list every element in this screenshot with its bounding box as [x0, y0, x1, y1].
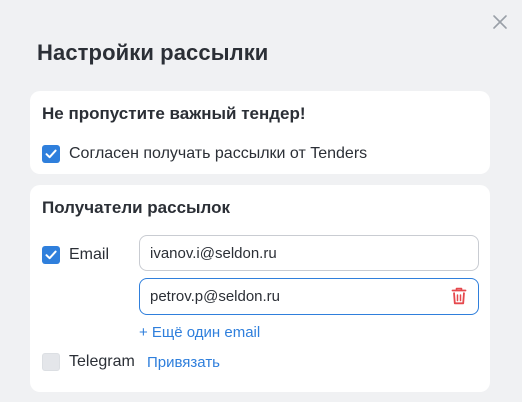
consent-label[interactable]: Согласен получать рассылки от Tenders — [69, 145, 367, 163]
email-label[interactable]: Email — [69, 246, 109, 264]
telegram-checkbox[interactable] — [42, 353, 60, 371]
close-button[interactable] — [491, 13, 509, 31]
delete-email-button[interactable] — [451, 287, 467, 305]
trash-icon — [451, 287, 467, 305]
tender-card-title: Не пропустите важный тендер! — [42, 104, 306, 123]
email-input-2-wrapper — [139, 278, 479, 315]
add-email-link[interactable]: + Ещё один email — [139, 324, 260, 341]
email-checkbox[interactable] — [42, 246, 60, 264]
recipients-card-title: Получатели рассылок — [42, 198, 231, 217]
recipients-card: Получатели рассылок Email + Ещё один ema… — [30, 185, 490, 392]
email-input-2[interactable] — [139, 278, 479, 315]
dialog-title: Настройки рассылки — [37, 40, 269, 65]
tender-consent-card: Не пропустите важный тендер! Согласен по… — [30, 91, 490, 174]
mailing-settings-dialog: Настройки рассылки Не пропустите важный … — [0, 0, 522, 402]
check-icon — [45, 149, 57, 159]
check-icon — [45, 250, 57, 260]
consent-checkbox[interactable] — [42, 145, 60, 163]
telegram-connect-link[interactable]: Привязать — [147, 354, 220, 371]
telegram-label[interactable]: Telegram — [69, 353, 135, 371]
close-icon — [493, 15, 507, 29]
email-input-1[interactable] — [139, 235, 479, 271]
